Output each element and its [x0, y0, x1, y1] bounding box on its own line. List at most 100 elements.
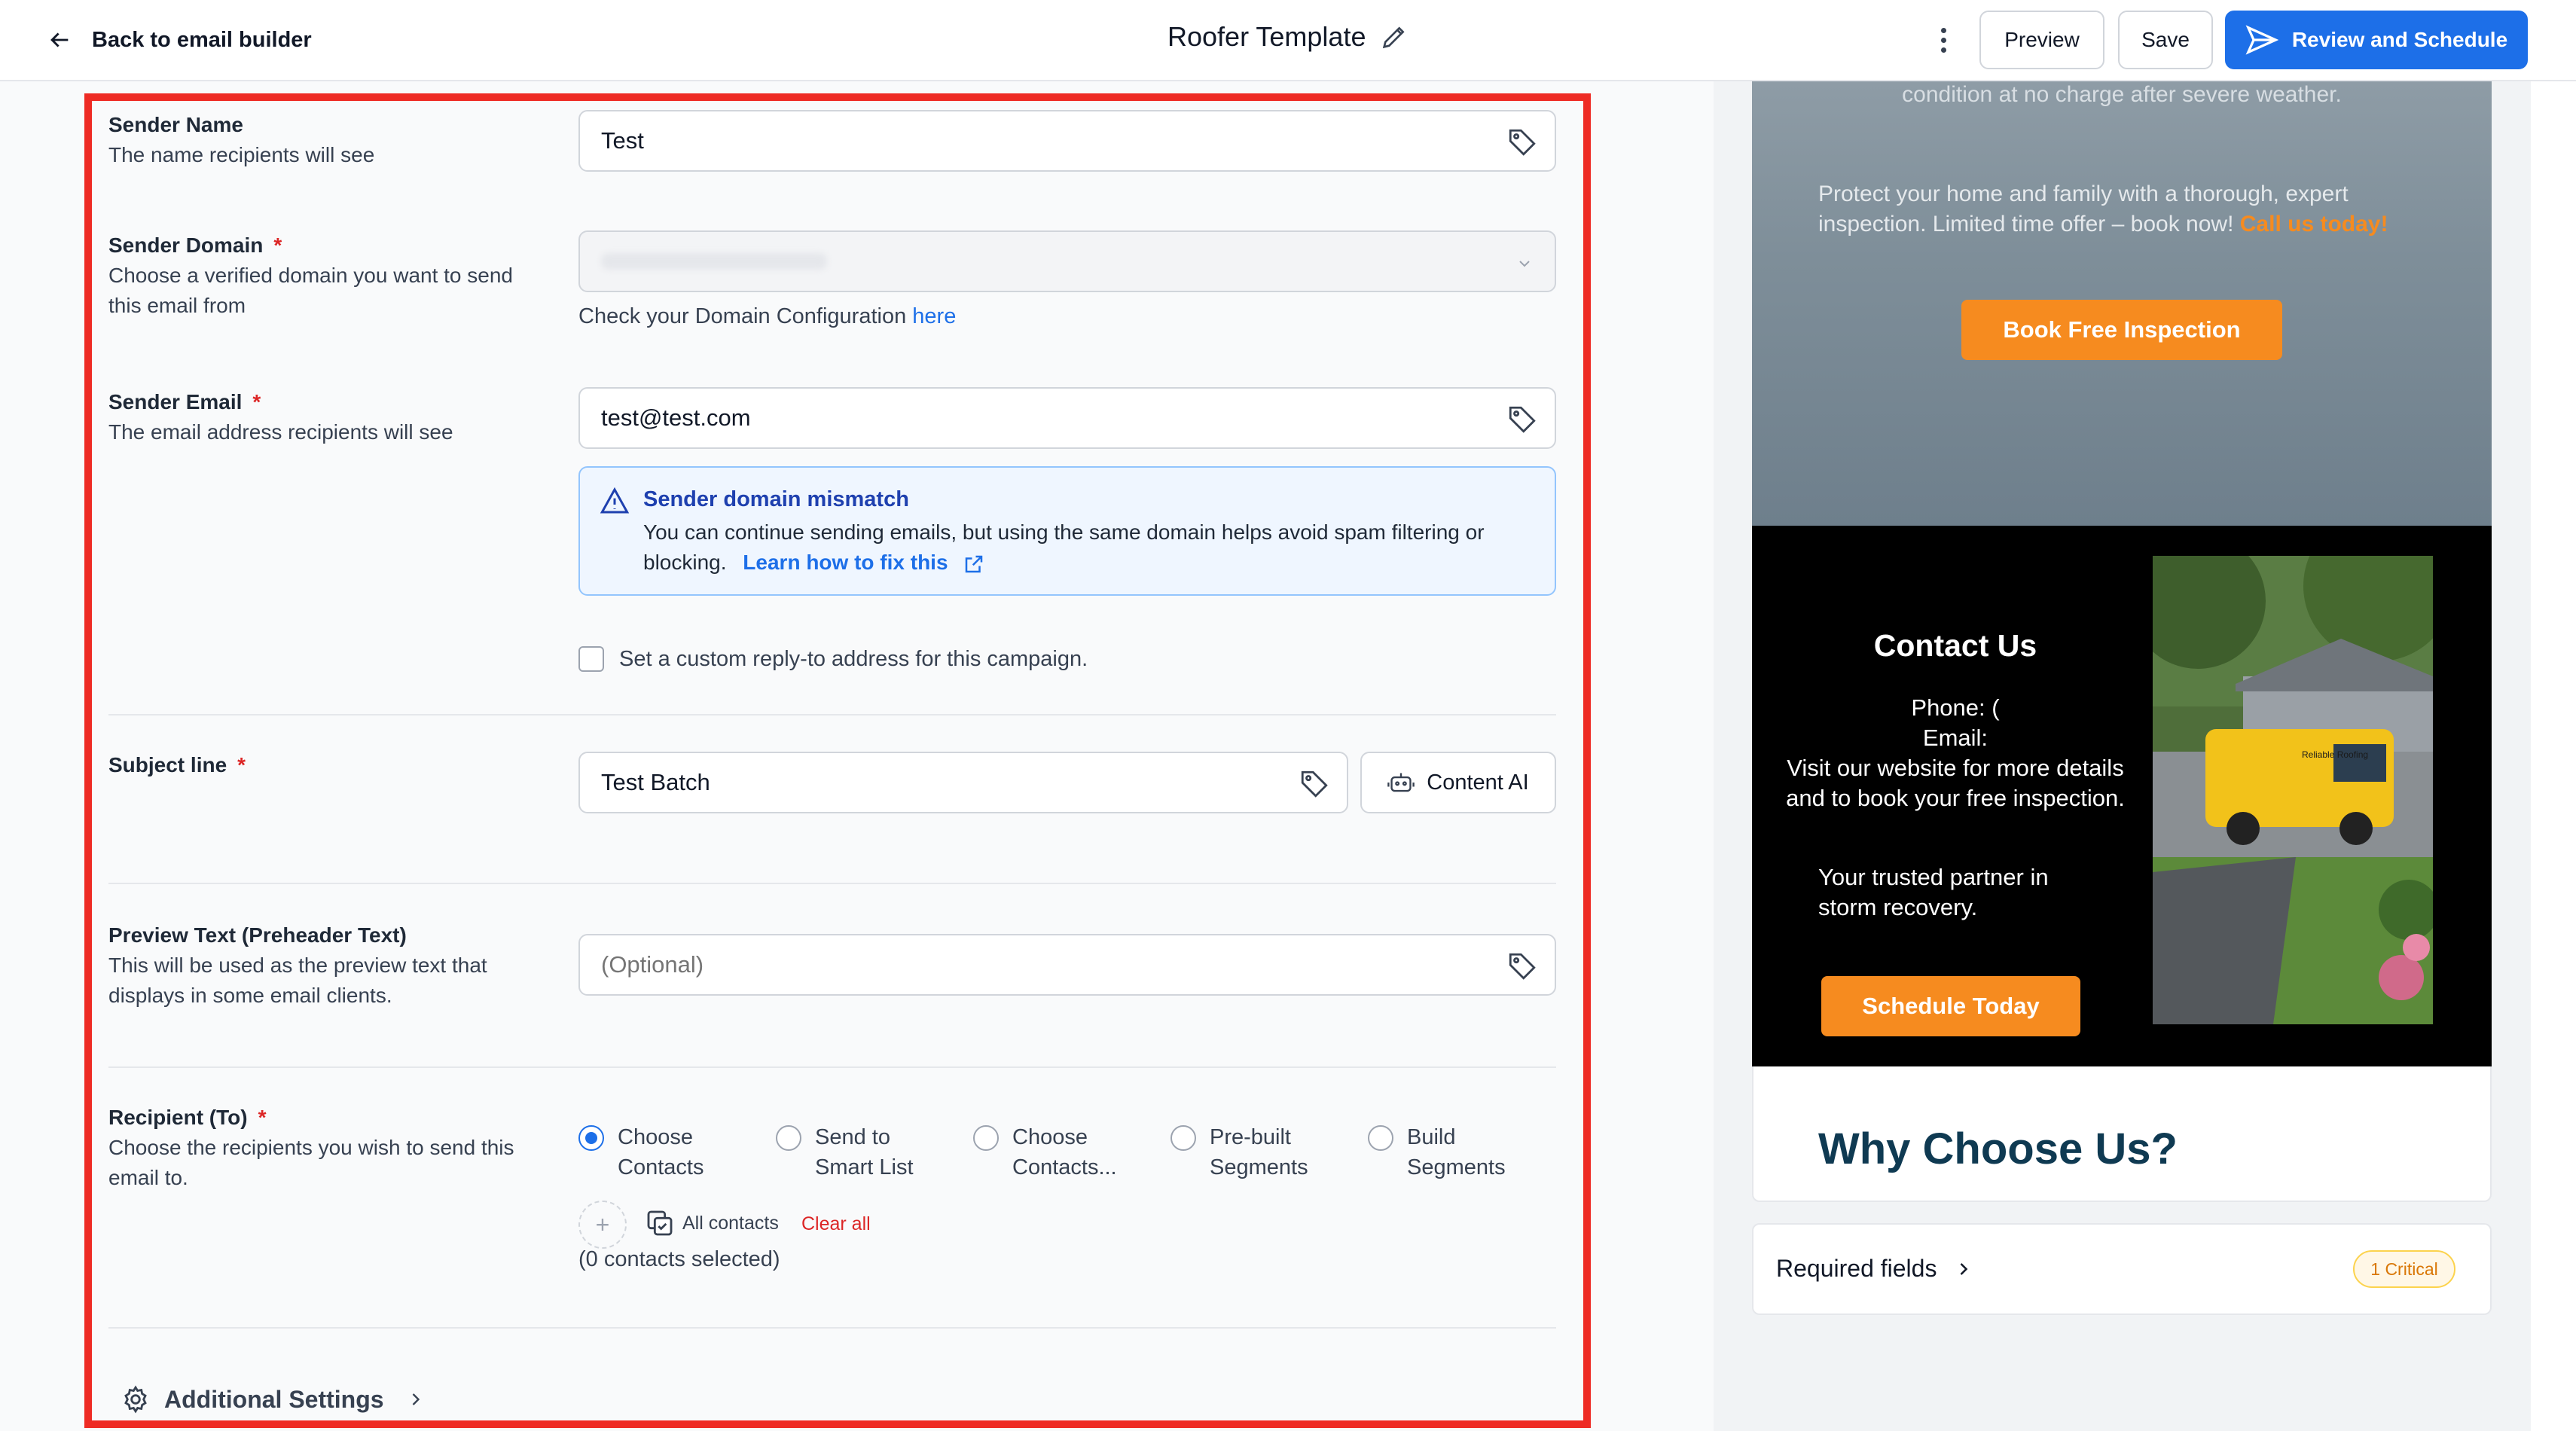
sender-email-input[interactable]: test@test.com: [578, 387, 1556, 449]
divider: [108, 1066, 1556, 1068]
radio-button[interactable]: [1368, 1125, 1393, 1151]
radio-button[interactable]: [578, 1125, 604, 1151]
book-inspection-button[interactable]: Book Free Inspection: [1961, 300, 2282, 360]
contact-partner: Your trusted partner in storm recovery.: [1818, 864, 2049, 920]
preview-text-field[interactable]: [578, 934, 1556, 996]
divider: [108, 883, 1556, 884]
pencil-icon[interactable]: [1379, 22, 1409, 52]
back-to-builder-link[interactable]: Back to email builder: [47, 23, 312, 57]
preview-text-input[interactable]: [580, 935, 1484, 994]
radio-label-line2: Contacts...: [1012, 1155, 1117, 1179]
radio-button[interactable]: [973, 1125, 999, 1151]
radio-smart-list[interactable]: Send to Smart List: [776, 1122, 914, 1182]
template-title-text: Roofer Template: [1167, 21, 1366, 52]
subject-label-group: Subject line *: [108, 750, 530, 780]
recipient-label: Recipient (To): [108, 1106, 248, 1129]
reply-to-label: Set a custom reply-to address for this c…: [619, 646, 1088, 671]
required-mark: *: [237, 753, 246, 777]
contact-visit: Visit our website for more details and t…: [1786, 755, 2125, 811]
contact-email: Email:: [1922, 725, 1988, 751]
learn-fix-link[interactable]: Learn how to fix this: [743, 551, 948, 574]
sender-domain-label-group: Sender Domain * Choose a verified domain …: [108, 230, 530, 321]
add-contacts-button[interactable]: +: [578, 1201, 627, 1249]
recipient-help: Choose the recipients you wish to send t…: [108, 1136, 514, 1189]
all-contacts-chip[interactable]: All contacts: [645, 1208, 779, 1238]
save-button[interactable]: Save: [2118, 11, 2213, 69]
content-ai-label: Content AI: [1427, 770, 1529, 795]
radio-label-line1: Build: [1407, 1125, 1456, 1149]
radio-choose-contacts-more[interactable]: Choose Contacts...: [973, 1122, 1117, 1182]
radio-choose-contacts[interactable]: Choose Contacts: [578, 1122, 704, 1182]
truck-photo: Reliable Roofing: [2153, 556, 2433, 1024]
additional-settings-label: Additional Settings: [164, 1385, 384, 1413]
sender-name-label: Sender Name: [108, 113, 243, 136]
preview-button[interactable]: Preview: [1979, 11, 2104, 69]
content-ai-button[interactable]: Content AI: [1360, 752, 1556, 813]
radio-label-line1: Choose: [618, 1125, 693, 1149]
truck-photo-image: Reliable Roofing: [2153, 556, 2433, 1024]
sender-name-input[interactable]: Test: [578, 110, 1556, 172]
all-contacts-label: All contacts: [682, 1212, 779, 1234]
domain-config-link[interactable]: here: [912, 304, 956, 328]
additional-settings-toggle[interactable]: Additional Settings: [121, 1384, 426, 1414]
radio-label-line1: Pre-built: [1210, 1125, 1291, 1149]
radio-prebuilt-segments[interactable]: Pre-built Segments: [1170, 1122, 1308, 1182]
hero-text: Protect your home and family with a thor…: [1818, 179, 2436, 240]
sender-name-value: Test: [601, 127, 644, 154]
recipient-label-group: Recipient (To) * Choose the recipients yo…: [108, 1103, 530, 1193]
contact-title: Contact Us: [1873, 628, 2037, 663]
plus-icon: +: [595, 1210, 610, 1238]
divider: [108, 714, 1556, 716]
tag-icon[interactable]: [1506, 127, 1538, 158]
arrow-left-icon: [50, 32, 69, 47]
chevron-right-icon: [1961, 1262, 1968, 1275]
required-mark: *: [273, 233, 282, 257]
preview-text-label: Preview Text (Preheader Text): [108, 923, 407, 947]
contact-phone: Phone: (: [1911, 694, 2000, 721]
radio-button[interactable]: [1170, 1125, 1196, 1151]
radio-label-line2: Segments: [1407, 1155, 1506, 1179]
blurred-domain-value: [601, 253, 827, 270]
subject-label: Subject line: [108, 753, 227, 777]
tag-icon[interactable]: [1299, 768, 1330, 800]
scrollbar-gutter: [2531, 81, 2576, 1431]
radio-label-line2: Segments: [1210, 1155, 1308, 1179]
subject-input[interactable]: Test Batch: [578, 752, 1348, 813]
subject-value: Test Batch: [601, 769, 710, 795]
top-bar: Back to email builder Roofer Template Pr…: [0, 0, 2576, 81]
review-and-schedule-button[interactable]: Review and Schedule: [2225, 11, 2528, 69]
alert-title: Sender domain mismatch: [643, 487, 909, 511]
sender-domain-select[interactable]: [578, 230, 1556, 292]
truck-brand-text: Reliable Roofing: [2302, 749, 2368, 760]
contact-lines: Phone: ( Email: Visit our website for mo…: [1767, 693, 2144, 813]
send-icon: [2245, 25, 2278, 55]
tag-icon[interactable]: [1506, 950, 1538, 982]
more-options-icon[interactable]: [1928, 23, 1958, 57]
robot-icon: [1387, 773, 1415, 792]
domain-config-text: Check your Domain Configuration: [578, 304, 907, 328]
divider: [108, 1327, 1556, 1329]
sender-email-label: Sender Email: [108, 390, 243, 413]
back-label: Back to email builder: [92, 27, 312, 52]
sender-email-label-group: Sender Email * The email address recipien…: [108, 387, 530, 447]
sender-email-help: The email address recipients will see: [108, 420, 453, 444]
reply-to-checkbox[interactable]: [578, 646, 604, 672]
required-fields-toggle[interactable]: Required fields: [1776, 1255, 1974, 1283]
schedule-today-button[interactable]: Schedule Today: [1821, 976, 2080, 1036]
sender-email-value: test@test.com: [601, 404, 751, 431]
gear-icon: [124, 1385, 147, 1414]
chevron-down-icon: [1519, 261, 1530, 267]
hero-cta-text: Call us today!: [2239, 212, 2388, 236]
radio-label-line1: Choose: [1012, 1125, 1088, 1149]
radio-button[interactable]: [776, 1125, 801, 1151]
required-fields-label: Required fields: [1776, 1255, 1937, 1282]
clear-all-link[interactable]: Clear all: [801, 1213, 871, 1235]
tag-icon[interactable]: [1506, 404, 1538, 435]
reply-to-row[interactable]: Set a custom reply-to address for this c…: [578, 646, 1088, 672]
hero-top-text: condition at no charge after severe weat…: [1902, 82, 2342, 107]
warning-icon: [600, 487, 630, 514]
required-mark: *: [258, 1106, 267, 1129]
external-link-icon[interactable]: [963, 553, 985, 575]
required-mark: *: [252, 390, 261, 413]
radio-build-segments[interactable]: Build Segments: [1368, 1122, 1506, 1182]
